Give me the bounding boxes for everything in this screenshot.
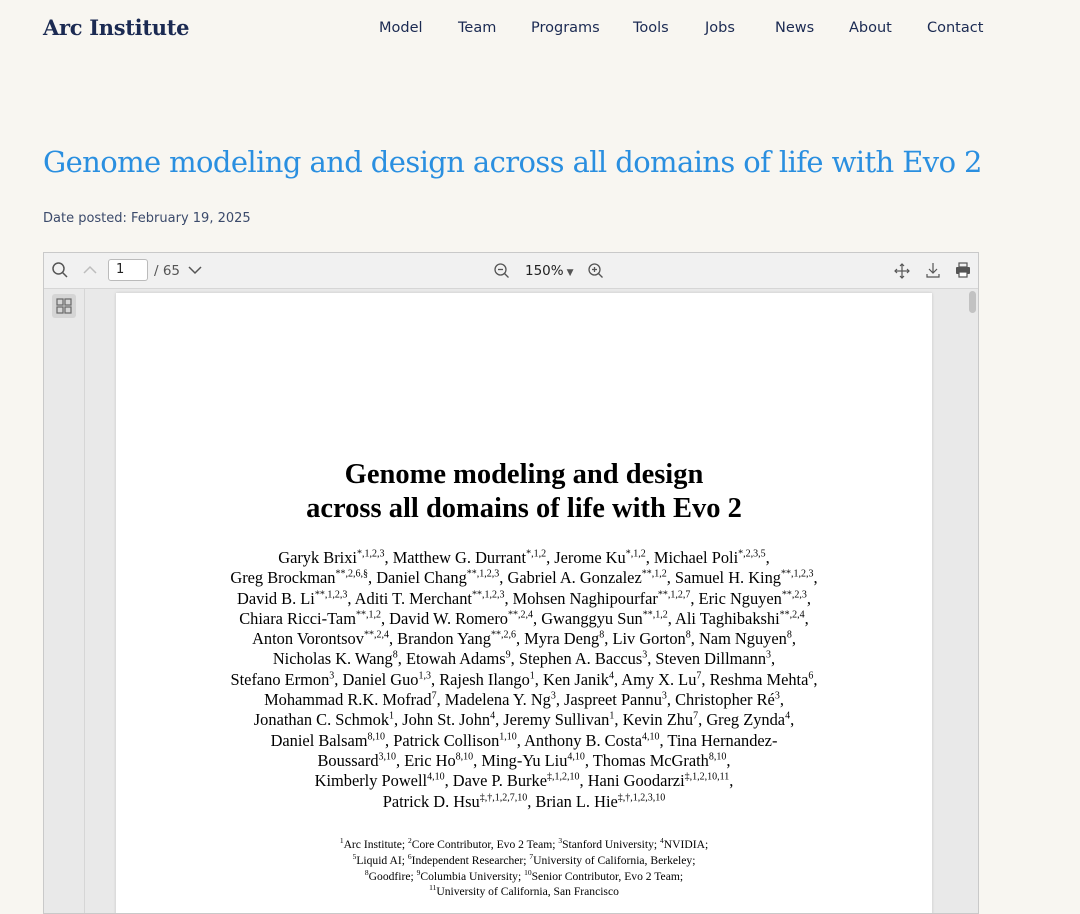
author-line: Boussard3,10, Eric Ho8,10, Ming-Yu Liu4,… bbox=[317, 750, 731, 770]
nav-tools[interactable]: Tools bbox=[633, 20, 669, 36]
author-line: Stefano Ermon3, Daniel Guo1,3, Rajesh Il… bbox=[230, 669, 818, 689]
chevron-up-icon[interactable] bbox=[82, 263, 98, 281]
main-nav: Model Team Programs Tools Jobs News Abou… bbox=[0, 20, 1080, 40]
nav-jobs[interactable]: Jobs bbox=[705, 20, 735, 36]
zoom-level-select[interactable]: 150% ▼ bbox=[525, 263, 574, 279]
nav-about[interactable]: About bbox=[849, 20, 892, 36]
pdf-title-line-2: across all domains of life with Evo 2 bbox=[306, 493, 742, 524]
date-posted: Date posted: February 19, 2025 bbox=[43, 211, 251, 226]
author-line: David B. Li**,1,2,3, Aditi T. Merchant**… bbox=[237, 588, 811, 608]
print-icon[interactable] bbox=[954, 261, 972, 283]
thumbnail-sidebar bbox=[44, 289, 85, 913]
page-number-input[interactable]: 1 bbox=[108, 259, 148, 281]
author-line: Patrick D. Hsu‡,†,1,2,7,10, Brian L. Hie… bbox=[382, 791, 666, 811]
zoom-in-icon[interactable] bbox=[587, 262, 604, 283]
nav-contact[interactable]: Contact bbox=[927, 20, 983, 36]
author-line: Kimberly Powell4,10, Dave P. Burke‡,1,2,… bbox=[314, 771, 734, 791]
author-line: Mohammad R.K. Mofrad7, Madelena Y. Ng3, … bbox=[264, 690, 784, 710]
zoom-level: 150% bbox=[525, 263, 564, 279]
author-line: Nicholas K. Wang8, Etowah Adams9, Stephe… bbox=[272, 649, 776, 669]
affiliation-line: 1Arc Institute; 2Core Contributor, Evo 2… bbox=[339, 836, 709, 851]
pdf-toolbar: 1 / 65 150% ▼ bbox=[44, 253, 978, 289]
nav-programs[interactable]: Programs bbox=[531, 20, 600, 36]
author-line: Chiara Ricci-Tam**,1,2, David W. Romero*… bbox=[239, 608, 809, 628]
pdf-author-list: Garyk Brixi*,1,2,3, Matthew G. Durrant*,… bbox=[136, 548, 912, 812]
author-line: Greg Brockman**,2,6,§, Daniel Chang**,1,… bbox=[230, 568, 818, 588]
affiliation-line: 11University of California, San Francisc… bbox=[429, 883, 619, 899]
pdf-page: Genome modeling and design across all do… bbox=[116, 293, 932, 913]
author-line: Anton Vorontsov**,2,4, Brandon Yang**,2,… bbox=[252, 629, 796, 649]
page-total: / 65 bbox=[154, 263, 181, 279]
zoom-out-icon[interactable] bbox=[493, 262, 510, 283]
nav-news[interactable]: News bbox=[775, 20, 814, 36]
author-line: Daniel Balsam8,10, Patrick Collison1,10,… bbox=[270, 730, 778, 750]
move-icon[interactable] bbox=[893, 262, 911, 284]
search-icon[interactable] bbox=[51, 261, 69, 283]
author-line: Jonathan C. Schmok1, John St. John4, Jer… bbox=[253, 710, 795, 730]
download-icon[interactable] bbox=[924, 261, 942, 283]
thumbnails-icon[interactable] bbox=[52, 294, 76, 318]
pdf-title-line-1: Genome modeling and design bbox=[344, 459, 704, 490]
affiliation-line: 5Liquid AI; 6Independent Researcher; 7Un… bbox=[352, 851, 696, 867]
pdf-viewer: 1 / 65 150%▼ Genome modeling and design bbox=[43, 252, 979, 914]
pdf-affiliations: 1Arc Institute; 2Core Contributor, Evo 2… bbox=[136, 837, 912, 900]
chevron-down-icon[interactable] bbox=[187, 263, 203, 281]
author-line: Garyk Brixi*,1,2,3, Matthew G. Durrant*,… bbox=[278, 548, 770, 567]
nav-model[interactable]: Model bbox=[379, 20, 423, 36]
affiliation-line: 8Goodfire; 9Columbia University; 10Senio… bbox=[364, 867, 684, 883]
page-title: Genome modeling and design across all do… bbox=[43, 145, 983, 179]
nav-team[interactable]: Team bbox=[458, 20, 496, 36]
caret-down-icon: ▼ bbox=[566, 268, 574, 278]
pdf-scrollbar[interactable] bbox=[969, 291, 976, 313]
